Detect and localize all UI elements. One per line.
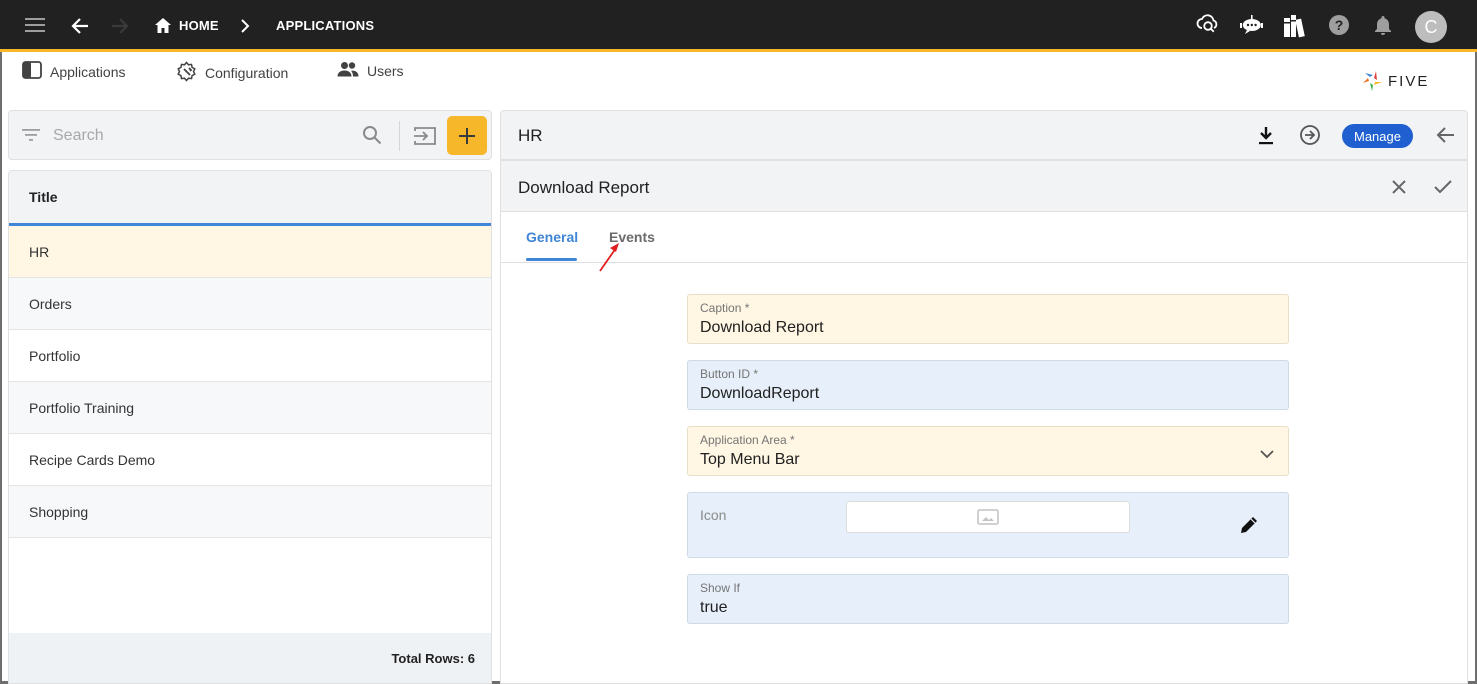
search-input[interactable] bbox=[53, 124, 353, 148]
image-placeholder-icon bbox=[977, 509, 999, 525]
form-title: Download Report bbox=[518, 178, 650, 197]
back-arrow-icon[interactable] bbox=[1436, 126, 1456, 149]
five-logo: FIVE bbox=[1362, 70, 1429, 92]
list-item[interactable]: HR bbox=[9, 226, 491, 278]
caption-label: Caption * bbox=[700, 301, 750, 315]
applications-panel-icon bbox=[22, 61, 42, 82]
menu-icon[interactable] bbox=[24, 16, 46, 34]
filter-icon[interactable] bbox=[22, 128, 40, 147]
breadcrumb-applications[interactable]: APPLICATIONS bbox=[276, 18, 374, 33]
form-tabs: General Events bbox=[501, 212, 1467, 263]
tab-general[interactable]: General bbox=[526, 229, 578, 245]
icon-preview[interactable] bbox=[846, 501, 1130, 533]
subnav-applications-label: Applications bbox=[50, 63, 126, 80]
bell-icon[interactable] bbox=[1374, 14, 1392, 36]
total-rows: Total Rows: 6 bbox=[391, 650, 475, 666]
back-arrow-icon[interactable] bbox=[70, 16, 90, 36]
record-title: HR bbox=[518, 126, 543, 145]
help-icon[interactable]: ? bbox=[1328, 14, 1350, 36]
cloud-search-icon[interactable] bbox=[1196, 12, 1220, 36]
subnav-users-label: Users bbox=[367, 62, 404, 79]
column-title-label: Title bbox=[29, 189, 58, 205]
list-item[interactable]: Portfolio Training bbox=[9, 382, 491, 434]
list-item[interactable]: Portfolio bbox=[9, 330, 491, 382]
application-area-label: Application Area * bbox=[700, 433, 795, 447]
active-tab-indicator bbox=[526, 258, 577, 261]
close-icon[interactable] bbox=[1391, 179, 1407, 200]
list-column-header[interactable]: Title bbox=[9, 171, 491, 226]
subnav-users[interactable]: Users bbox=[337, 61, 404, 80]
form-header: Download Report bbox=[501, 161, 1467, 212]
applications-list: Title HR Orders Portfolio Portfolio Trai… bbox=[8, 170, 492, 684]
chevron-right-icon bbox=[240, 19, 250, 33]
avatar[interactable]: C bbox=[1415, 11, 1447, 43]
record-header: HR Manage bbox=[500, 110, 1468, 160]
toolbar-divider bbox=[399, 121, 400, 151]
config-gear-icon bbox=[176, 61, 197, 85]
manage-button[interactable]: Manage bbox=[1342, 124, 1413, 148]
annotation-arrow-icon bbox=[599, 243, 619, 272]
show-if-field[interactable]: Show If true bbox=[687, 574, 1289, 624]
subnav-configuration-label: Configuration bbox=[205, 65, 289, 81]
five-logo-icon bbox=[1363, 71, 1382, 91]
subnav-configuration[interactable]: Configuration bbox=[176, 61, 288, 85]
caption-value[interactable]: Download Report bbox=[700, 319, 824, 337]
enter-circle-icon[interactable] bbox=[1299, 124, 1321, 151]
application-area-value: Top Menu Bar bbox=[700, 451, 800, 468]
svg-text:?: ? bbox=[1335, 17, 1344, 33]
breadcrumb-home[interactable]: HOME bbox=[179, 18, 219, 33]
download-icon[interactable] bbox=[1257, 126, 1275, 151]
icon-label: Icon bbox=[700, 507, 727, 523]
icon-field: Icon bbox=[687, 492, 1289, 558]
plus-icon bbox=[459, 127, 475, 144]
application-area-select[interactable]: Application Area * Top Menu Bar bbox=[687, 426, 1289, 476]
users-icon bbox=[337, 61, 359, 80]
list-item[interactable]: Shopping bbox=[9, 486, 491, 538]
library-books-icon[interactable] bbox=[1282, 13, 1308, 39]
show-if-label: Show If bbox=[700, 581, 741, 595]
subnav-applications[interactable]: Applications bbox=[22, 61, 126, 82]
search-bar bbox=[8, 110, 492, 160]
list-item[interactable]: Orders bbox=[9, 278, 491, 330]
caption-field[interactable]: Caption * Download Report bbox=[687, 294, 1289, 344]
button-id-label: Button ID * bbox=[700, 367, 759, 381]
check-icon[interactable] bbox=[1434, 179, 1452, 199]
top-bar: HOME APPLICATIONS ? C bbox=[0, 0, 1477, 52]
button-id-field[interactable]: Button ID * DownloadReport bbox=[687, 360, 1289, 410]
chevron-down-icon[interactable] bbox=[1260, 446, 1274, 464]
five-logo-text: FIVE bbox=[1388, 72, 1430, 90]
import-icon[interactable] bbox=[413, 126, 437, 151]
add-button[interactable] bbox=[447, 116, 487, 155]
search-icon[interactable] bbox=[362, 125, 382, 150]
show-if-value[interactable]: true bbox=[700, 599, 728, 617]
forward-arrow-icon[interactable] bbox=[110, 16, 130, 36]
list-item[interactable]: Recipe Cards Demo bbox=[9, 434, 491, 486]
home-icon[interactable] bbox=[154, 17, 172, 34]
list-footer: Total Rows: 6 bbox=[9, 633, 491, 683]
chatbot-icon[interactable] bbox=[1239, 14, 1263, 36]
button-id-value[interactable]: DownloadReport bbox=[700, 385, 819, 403]
edit-pencil-icon[interactable] bbox=[1239, 515, 1259, 540]
